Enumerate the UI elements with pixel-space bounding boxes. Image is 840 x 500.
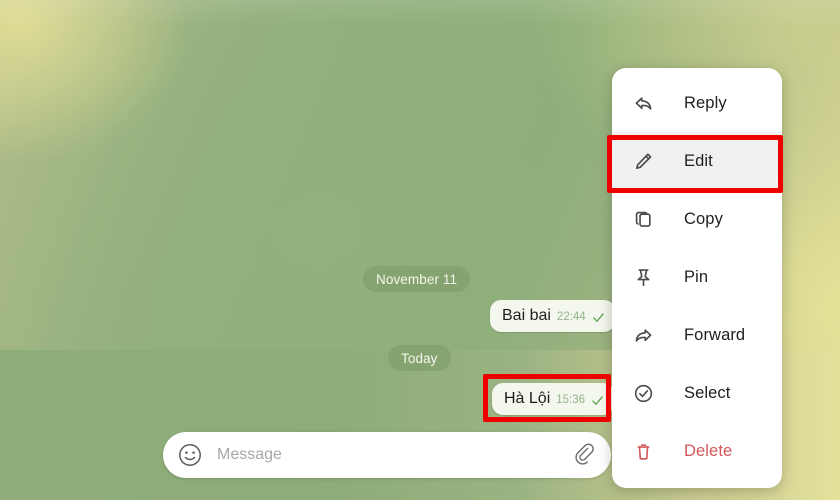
- message-context-menu: Reply Edit Copy Pin Forward Select Delet…: [612, 68, 782, 488]
- menu-item-forward[interactable]: Forward: [612, 306, 782, 364]
- chat-wallpaper-top-fade: [0, 0, 840, 26]
- check-circle-icon: [628, 379, 658, 407]
- menu-item-label: Edit: [684, 151, 713, 170]
- message-bubble-baibai[interactable]: Bai bai 22:44: [490, 300, 615, 332]
- date-separator-november: November 11: [363, 266, 471, 292]
- menu-item-label: Select: [684, 383, 731, 402]
- pin-icon: [628, 263, 658, 291]
- message-composer: [163, 432, 611, 478]
- trash-icon: [628, 437, 658, 465]
- menu-item-edit[interactable]: Edit: [612, 132, 782, 190]
- copy-icon: [628, 205, 658, 233]
- pencil-icon: [628, 147, 658, 175]
- date-separator-today: Today: [388, 345, 451, 371]
- menu-item-label: Pin: [684, 267, 709, 286]
- menu-item-label: Forward: [684, 325, 746, 344]
- single-check-icon: [592, 311, 605, 324]
- menu-item-pin[interactable]: Pin: [612, 248, 782, 306]
- menu-item-copy[interactable]: Copy: [612, 190, 782, 248]
- menu-item-delete[interactable]: Delete: [612, 422, 782, 480]
- single-check-icon: [591, 394, 604, 407]
- menu-item-label: Copy: [684, 209, 723, 228]
- menu-item-label: Delete: [684, 441, 733, 460]
- message-input[interactable]: [217, 446, 565, 464]
- forward-arrow-icon: [628, 321, 658, 349]
- paperclip-icon[interactable]: [573, 442, 597, 468]
- message-time: 15:36: [556, 394, 586, 406]
- message-text: Bai bai: [502, 307, 551, 324]
- message-time: 22:44: [556, 311, 586, 323]
- menu-item-reply[interactable]: Reply: [612, 74, 782, 132]
- message-bubble-haloi[interactable]: Hà Lội 15:36: [492, 383, 615, 415]
- message-text: Hà Lội: [504, 390, 551, 407]
- menu-item-select[interactable]: Select: [612, 364, 782, 422]
- chat-screen: November 11 Today Bai bai 22:44 Hà Lội 1…: [0, 0, 840, 500]
- smiley-icon[interactable]: [177, 442, 203, 468]
- menu-item-label: Reply: [684, 93, 727, 112]
- reply-arrow-icon: [628, 89, 658, 117]
